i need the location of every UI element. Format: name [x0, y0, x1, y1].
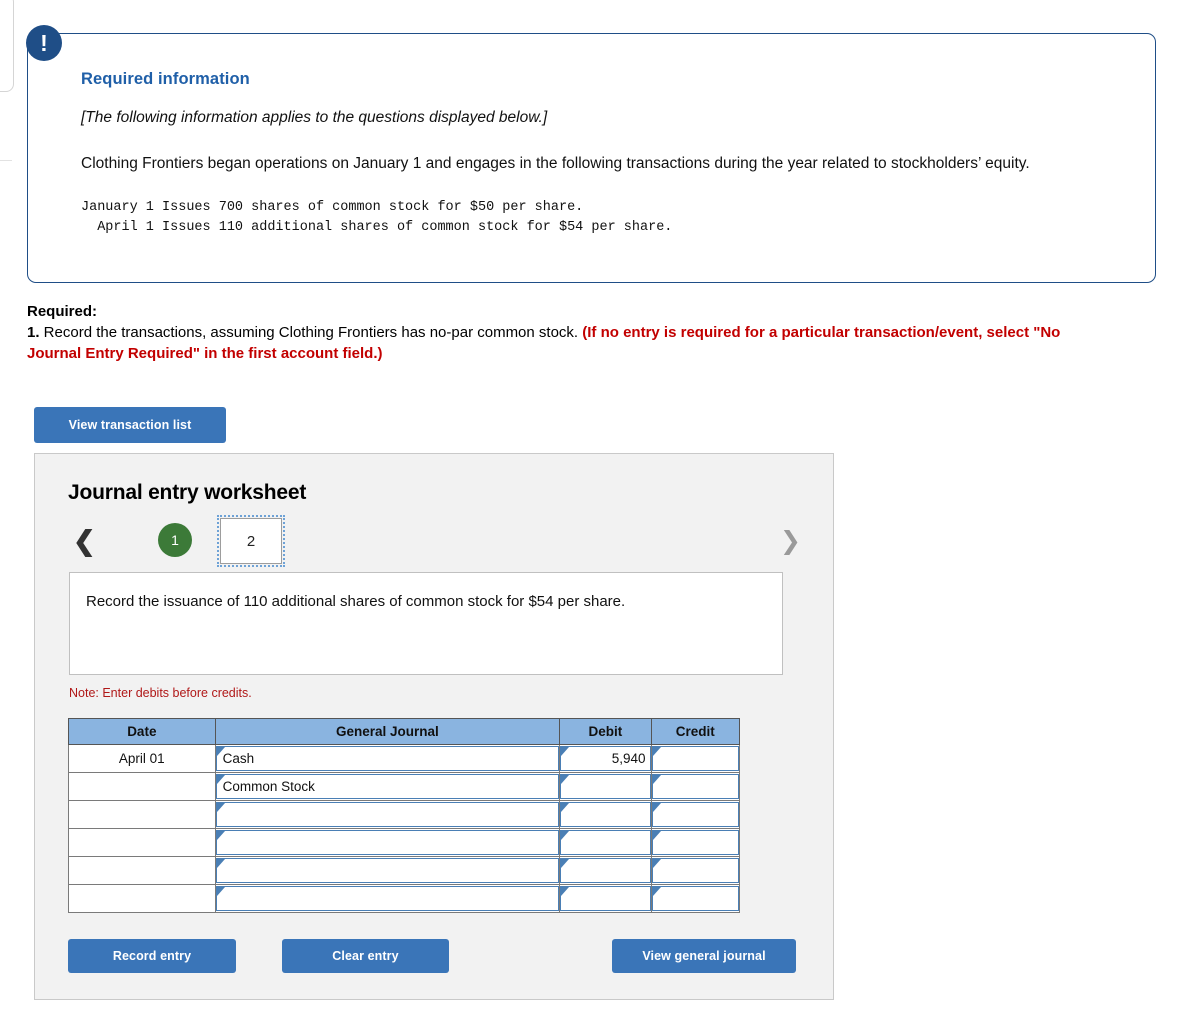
- table-row: [68, 800, 741, 829]
- debit-cell[interactable]: 5,940: [559, 744, 652, 773]
- credit-cell[interactable]: [650, 856, 741, 885]
- required-section: Required: 1. Record the transactions, as…: [27, 303, 1117, 365]
- transaction-list-text: January 1 Issues 700 shares of common st…: [81, 200, 673, 235]
- debit-cell[interactable]: [559, 828, 652, 857]
- table-row: [68, 856, 741, 885]
- date-cell[interactable]: [68, 856, 216, 885]
- credit-cell[interactable]: [650, 828, 741, 857]
- journal-entry-worksheet-panel: Journal entry worksheet ❮ 1 2 ❯ Record t…: [34, 453, 834, 1000]
- dropdown-marker-icon: [561, 887, 570, 896]
- journal-entry-table: Date General Journal Debit Credit April …: [68, 718, 741, 913]
- offscreen-panel-divider: [0, 120, 12, 161]
- credit-cell[interactable]: [650, 772, 741, 801]
- dropdown-marker-icon: [561, 747, 570, 756]
- debit-cell[interactable]: [559, 800, 652, 829]
- dropdown-marker-icon: [652, 887, 661, 896]
- required-instruction: 1. Record the transactions, assuming Clo…: [27, 322, 1117, 365]
- clear-entry-button[interactable]: Clear entry: [282, 939, 449, 973]
- dropdown-marker-icon: [652, 803, 661, 812]
- chevron-left-icon[interactable]: ❮: [73, 528, 96, 555]
- table-row: [68, 828, 741, 857]
- dropdown-marker-icon: [652, 859, 661, 868]
- required-text: Record the transactions, assuming Clothi…: [39, 324, 583, 341]
- column-header-date: Date: [68, 718, 216, 745]
- view-transaction-list-button[interactable]: View transaction list: [34, 407, 226, 443]
- table-row: Common Stock: [68, 772, 741, 801]
- column-header-debit: Debit: [559, 718, 652, 745]
- account-cell[interactable]: Common Stock: [214, 772, 561, 801]
- account-cell[interactable]: Cash: [214, 744, 561, 773]
- exclamation-icon: !: [26, 25, 62, 61]
- worksheet-page-2[interactable]: 2: [217, 515, 285, 567]
- dropdown-marker-icon: [561, 859, 570, 868]
- dropdown-marker-icon: [561, 775, 570, 784]
- dropdown-marker-icon: [561, 803, 570, 812]
- credit-cell[interactable]: [650, 744, 741, 773]
- worksheet-page-1[interactable]: 1: [158, 523, 192, 557]
- date-cell[interactable]: April 01: [68, 744, 216, 773]
- account-cell[interactable]: [214, 856, 561, 885]
- account-cell[interactable]: [214, 828, 561, 857]
- table-header-row: Date General Journal Debit Credit: [68, 718, 741, 745]
- chevron-right-icon[interactable]: ❯: [780, 529, 801, 554]
- date-cell[interactable]: [68, 800, 216, 829]
- dropdown-marker-icon: [652, 747, 661, 756]
- table-row: April 01 Cash 5,940: [68, 744, 741, 773]
- dropdown-marker-icon: [216, 859, 225, 868]
- dropdown-marker-icon: [216, 775, 225, 784]
- dropdown-marker-icon: [561, 831, 570, 840]
- worksheet-pager: ❮ 1 2 ❯: [65, 515, 805, 568]
- account-value: Common Stock: [222, 779, 315, 794]
- worksheet-title: Journal entry worksheet: [68, 481, 307, 504]
- worksheet-instruction: Record the issuance of 110 additional sh…: [69, 572, 783, 675]
- offscreen-panel-edge: [0, 0, 14, 92]
- dropdown-marker-icon: [652, 775, 661, 784]
- debits-before-credits-note: Note: Enter debits before credits.: [69, 686, 252, 700]
- date-cell[interactable]: [68, 772, 216, 801]
- dropdown-marker-icon: [652, 831, 661, 840]
- date-cell[interactable]: [68, 884, 216, 913]
- column-header-credit: Credit: [650, 718, 741, 745]
- debit-cell[interactable]: [559, 884, 652, 913]
- record-entry-button[interactable]: Record entry: [68, 939, 236, 973]
- callout-italic-note: [The following information applies to th…: [81, 109, 548, 126]
- date-cell[interactable]: [68, 828, 216, 857]
- dropdown-marker-icon: [216, 831, 225, 840]
- column-header-general-journal: General Journal: [214, 718, 561, 745]
- dropdown-marker-icon: [216, 887, 225, 896]
- dropdown-marker-icon: [216, 803, 225, 812]
- callout-body-text: Clothing Frontiers began operations on J…: [81, 155, 1030, 172]
- table-row: [68, 884, 741, 913]
- account-cell[interactable]: [214, 800, 561, 829]
- required-label: Required:: [27, 303, 98, 320]
- credit-cell[interactable]: [650, 884, 741, 913]
- debit-cell[interactable]: [559, 856, 652, 885]
- callout-title: Required information: [81, 70, 250, 88]
- required-information-callout: Required information [The following info…: [27, 33, 1156, 283]
- debit-value: 5,940: [611, 751, 646, 766]
- account-cell[interactable]: [214, 884, 561, 913]
- credit-cell[interactable]: [650, 800, 741, 829]
- view-general-journal-button[interactable]: View general journal: [612, 939, 796, 973]
- dropdown-marker-icon: [216, 747, 225, 756]
- debit-cell[interactable]: [559, 772, 652, 801]
- required-number: 1.: [27, 324, 40, 341]
